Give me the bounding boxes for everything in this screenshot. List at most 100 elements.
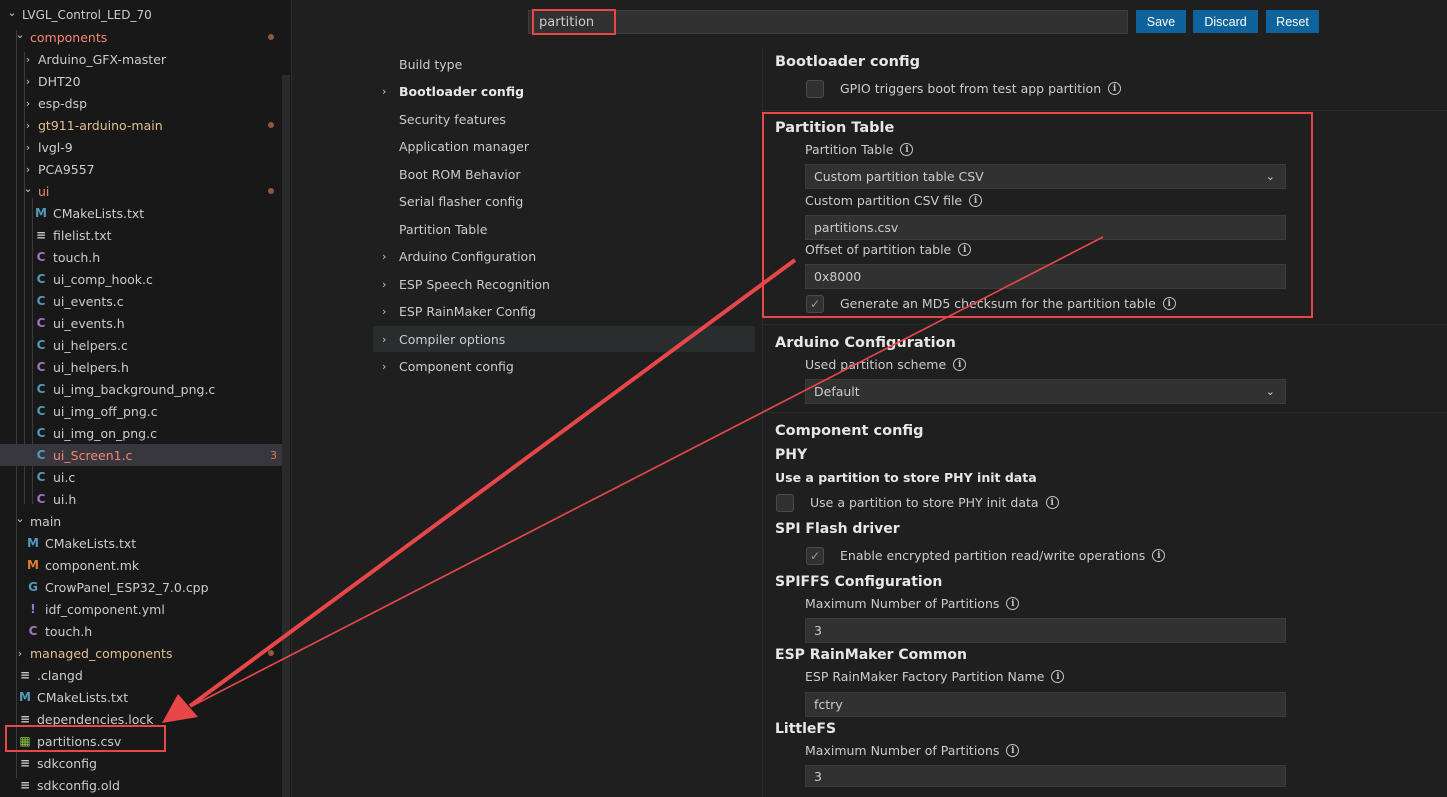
rainmaker-partition-input[interactable]: fctry — [805, 692, 1286, 717]
tree-file-item[interactable]: M CMakeLists.txt — [0, 686, 286, 708]
info-icon[interactable]: i — [953, 358, 967, 371]
toc-item[interactable]: › Component config — [373, 354, 755, 380]
toc-item[interactable]: › Bootloader config — [373, 79, 755, 105]
tree-file-item[interactable]: ≡ dependencies.lock — [0, 708, 286, 730]
problem-count-badge: 3 — [270, 448, 277, 462]
toc-item[interactable]: › ESP Speech Recognition — [373, 271, 755, 297]
tree-folder-item[interactable]: ⌄ main — [0, 510, 286, 532]
tree-file-item[interactable]: G CrowPanel_ESP32_7.0.cpp — [0, 576, 286, 598]
chevron-right-icon[interactable]: › — [382, 278, 386, 291]
md5-checkbox[interactable]: ✓ — [806, 295, 824, 313]
tree-file-item[interactable]: ▦ partitions.csv — [0, 730, 286, 752]
tree-file-item[interactable]: ≡ filelist.txt — [0, 224, 286, 246]
chevron-right-icon[interactable]: › — [382, 85, 386, 98]
offset-input[interactable]: 0x8000 — [805, 264, 1286, 289]
tree-folder-item[interactable]: › Arduino_GFX-master — [0, 48, 286, 70]
save-button[interactable]: Save — [1136, 10, 1186, 33]
toc-item[interactable]: Partition Table — [373, 216, 755, 242]
settings-search-input[interactable] — [528, 10, 1128, 34]
toc-item-label: Component config — [399, 359, 514, 374]
littlefs-max-input[interactable]: 3 — [805, 765, 1286, 787]
tree-file-item[interactable]: Ctouch.h — [0, 246, 286, 268]
toc-item[interactable]: Security features — [373, 106, 755, 132]
tree-folder-item[interactable]: ⌄ LVGL_Control_LED_70 — [0, 4, 286, 26]
info-icon[interactable]: i — [1152, 549, 1166, 562]
discard-button[interactable]: Discard — [1193, 10, 1258, 33]
tree-item-label: PCA9557 — [38, 161, 95, 177]
spi-encrypt-checkbox[interactable]: ✓ — [806, 547, 824, 565]
tree-file-item[interactable]: Cui_helpers.h — [0, 356, 286, 378]
tree-folder-item[interactable]: › esp-dsp — [0, 92, 286, 114]
toc-item[interactable]: › ESP RainMaker Config — [373, 299, 755, 325]
toc-item[interactable]: Application manager — [373, 134, 755, 160]
custom-csv-input[interactable]: partitions.csv — [805, 215, 1286, 240]
tree-folder-item[interactable]: › managed_components — [0, 642, 286, 664]
tree-item-label: ui_events.h — [53, 315, 125, 331]
chevron-right-icon[interactable]: › — [382, 360, 386, 373]
chevron-right-icon[interactable]: › — [14, 647, 26, 660]
info-icon[interactable]: i — [900, 143, 914, 156]
info-icon[interactable]: i — [1162, 297, 1176, 310]
info-icon[interactable]: i — [1006, 744, 1020, 757]
sidebar-scrollbar[interactable] — [282, 75, 290, 797]
tree-file-item[interactable]: Cui_Screen1.c 3 — [0, 444, 286, 466]
chevron-down-icon[interactable]: ⌄ — [14, 28, 26, 41]
info-icon[interactable]: i — [1045, 496, 1059, 509]
tree-file-item[interactable]: Mcomponent.mk — [0, 554, 286, 576]
section-divider — [763, 324, 1447, 325]
tree-file-item[interactable]: Cui_img_background_png.c — [0, 378, 286, 400]
tree-file-item[interactable]: Cui.h — [0, 488, 286, 510]
chevron-right-icon[interactable]: › — [382, 333, 386, 346]
chevron-down-icon[interactable]: ⌄ — [14, 512, 26, 525]
tree-folder-item[interactable]: › lvgl-9 — [0, 136, 286, 158]
tree-folder-item[interactable]: ⌄ components — [0, 26, 286, 48]
tree-file-item[interactable]: ! idf_component.yml — [0, 598, 286, 620]
info-icon[interactable]: i — [958, 243, 972, 256]
tree-file-item[interactable]: ≡ sdkconfig — [0, 752, 286, 774]
chevron-right-icon[interactable]: › — [382, 250, 386, 263]
toc-item[interactable]: › Arduino Configuration — [373, 244, 755, 270]
chevron-down-icon[interactable]: ⌄ — [22, 182, 34, 195]
tree-file-item[interactable]: Cui_img_off_png.c — [0, 400, 286, 422]
spiffs-max-input[interactable]: 3 — [805, 618, 1286, 643]
info-icon[interactable]: i — [1108, 82, 1122, 95]
chevron-right-icon[interactable]: › — [22, 53, 34, 66]
tree-folder-item[interactable]: › PCA9557 — [0, 158, 286, 180]
toc-item[interactable]: Boot ROM Behavior — [373, 161, 755, 187]
toc-item[interactable]: › Compiler options — [373, 326, 755, 352]
tree-file-item[interactable]: Cui_comp_hook.c — [0, 268, 286, 290]
gpio-boot-checkbox[interactable] — [806, 80, 824, 98]
tree-folder-item[interactable]: › DHT20 — [0, 70, 286, 92]
chevron-right-icon[interactable]: › — [22, 97, 34, 110]
tree-file-item[interactable]: Cui_events.h — [0, 312, 286, 334]
info-icon[interactable]: i — [1006, 597, 1020, 610]
tree-file-item[interactable]: Cui_events.c — [0, 290, 286, 312]
info-icon[interactable]: i — [969, 194, 983, 207]
tree-item-label: ui.c — [53, 469, 76, 485]
chevron-right-icon[interactable]: › — [382, 305, 386, 318]
reset-button[interactable]: Reset — [1266, 10, 1319, 33]
chevron-down-icon[interactable]: ⌄ — [6, 6, 18, 19]
tree-file-item[interactable]: M CMakeLists.txt — [0, 202, 286, 224]
tree-file-item[interactable]: ≡ .clangd — [0, 664, 286, 686]
tree-folder-item[interactable]: › gt911-arduino-main — [0, 114, 286, 136]
phy-checkbox[interactable] — [776, 494, 794, 512]
tree-file-item[interactable]: Ctouch.h — [0, 620, 286, 642]
chevron-right-icon[interactable]: › — [22, 141, 34, 154]
chevron-down-icon: ⌄ — [1265, 385, 1275, 398]
toc-item[interactable]: Serial flasher config — [373, 189, 755, 215]
chevron-right-icon[interactable]: › — [22, 119, 34, 132]
tree-file-item[interactable]: Cui_helpers.c — [0, 334, 286, 356]
toc-item[interactable]: Build type — [373, 51, 755, 77]
chevron-right-icon[interactable]: › — [22, 163, 34, 176]
chevron-right-icon[interactable]: › — [22, 75, 34, 88]
tree-folder-item[interactable]: ⌄ ui — [0, 180, 286, 202]
tree-file-item[interactable]: Cui.c — [0, 466, 286, 488]
toc-item-label: Security features — [399, 111, 506, 127]
tree-file-item[interactable]: ≡ sdkconfig.old — [0, 774, 286, 796]
tree-file-item[interactable]: M CMakeLists.txt — [0, 532, 286, 554]
info-icon[interactable]: i — [1051, 670, 1065, 683]
partition-scheme-select[interactable]: Default ⌄ — [805, 379, 1286, 404]
partition-table-select[interactable]: Custom partition table CSV ⌄ — [805, 164, 1286, 189]
tree-file-item[interactable]: Cui_img_on_png.c — [0, 422, 286, 444]
